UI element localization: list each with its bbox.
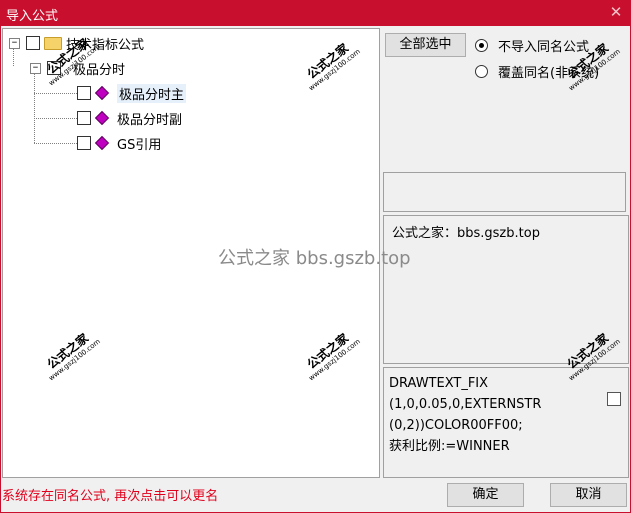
collapse-icon[interactable]: − [30, 62, 41, 74]
folder-icon [44, 36, 62, 50]
tree-item[interactable]: 极品分时主 [77, 83, 187, 103]
tree-node-root[interactable]: − 技术指标公式 [9, 33, 144, 53]
tree-item-label: GS引用 [117, 137, 162, 153]
radio-icon[interactable] [475, 65, 488, 78]
description-panel: 公式之家：bbs.gszb.top [383, 215, 629, 364]
tree-connector [34, 143, 77, 144]
tree-item[interactable]: GS引用 [77, 133, 161, 153]
name-field[interactable] [383, 172, 626, 212]
cancel-button[interactable]: 取消 [550, 483, 627, 507]
skip-same-name-option[interactable]: 不导入同名公式 [475, 36, 589, 55]
code-line: 获利比例:=WINNER [389, 439, 510, 454]
formula-icon [94, 135, 110, 151]
description-text: 公式之家：bbs.gszb.top [392, 226, 540, 241]
close-icon[interactable]: ✕ [607, 3, 625, 21]
tree-connector [34, 69, 35, 143]
window-title: 导入公式 [6, 9, 59, 24]
item-checkbox[interactable] [77, 111, 91, 125]
tree-node-label: 极品分时 [73, 62, 126, 78]
formula-tree[interactable]: − 技术指标公式 − 极品分时 极品分时主 极品分时副 GS引用 [2, 28, 380, 478]
tree-item-label: 极品分时主 [117, 83, 187, 103]
overwrite-same-name-option[interactable]: 覆盖同名(非系统) [475, 62, 599, 81]
item-checkbox[interactable] [77, 136, 91, 150]
collapse-icon[interactable]: − [9, 37, 20, 49]
tree-connector [34, 93, 77, 94]
tree-item-label: 极品分时副 [117, 112, 183, 128]
tree-node-label: 技术指标公式 [66, 37, 145, 53]
code-checkbox[interactable] [607, 392, 621, 406]
code-line: DRAWTEXT_FIX [389, 376, 489, 391]
code-line: (0,2))COLOR00FF00; [389, 418, 523, 433]
select-all-button[interactable]: 全部选中 [385, 33, 466, 57]
item-checkbox[interactable] [77, 86, 91, 100]
title-bar: 导入公式 ✕ [0, 0, 631, 26]
tree-node-group[interactable]: − 极品分时 [30, 58, 125, 78]
group-checkbox[interactable] [47, 61, 61, 75]
formula-code: DRAWTEXT_FIX (1,0,0.05,0,EXTERNSTR (0,2)… [389, 373, 589, 457]
ok-button[interactable]: 确定 [447, 483, 524, 507]
status-message: 系统存在同名公式, 再次点击可以更名 [2, 489, 219, 504]
tree-connector [34, 118, 77, 119]
skip-same-name-label: 不导入同名公式 [498, 40, 590, 55]
window-border-left [0, 26, 1, 513]
root-checkbox[interactable] [26, 36, 40, 50]
formula-icon [94, 85, 110, 101]
code-line: (1,0,0.05,0,EXTERNSTR [389, 397, 542, 412]
radio-selected-icon[interactable] [475, 39, 488, 52]
tree-item[interactable]: 极品分时副 [77, 108, 182, 128]
overwrite-same-name-label: 覆盖同名(非系统) [498, 66, 600, 81]
formula-icon [94, 110, 110, 126]
